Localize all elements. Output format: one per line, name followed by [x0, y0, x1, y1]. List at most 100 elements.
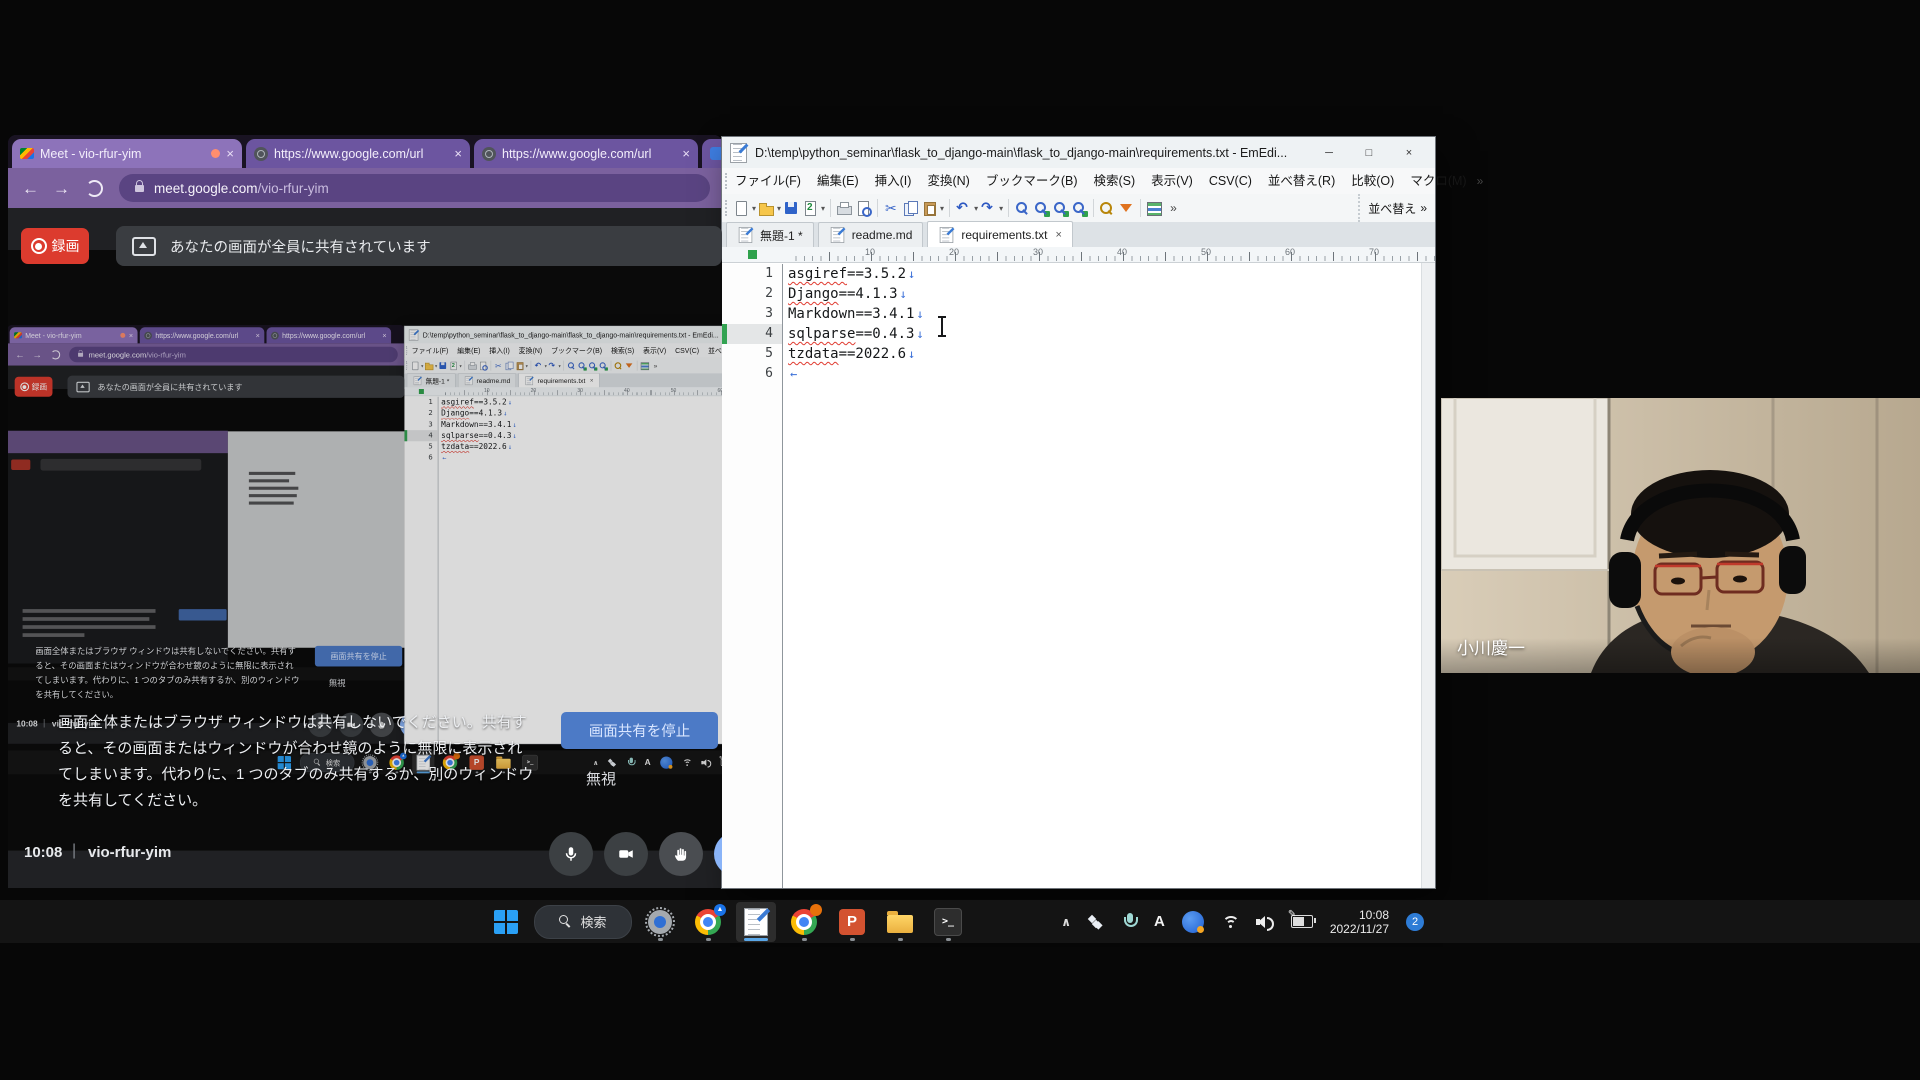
battery-icon[interactable]: ✎ [1291, 915, 1313, 928]
copy-icon[interactable] [902, 200, 919, 217]
minimize-button[interactable]: ─ [1309, 137, 1349, 168]
menu-compare[interactable]: 比較(O) [1343, 168, 1402, 194]
maximize-button[interactable]: □ [1349, 137, 1389, 168]
tray-app-icon[interactable] [1182, 911, 1204, 933]
tab-close-icon[interactable]: × [226, 147, 234, 160]
code-area[interactable]: asgiref==3.5.2↓ Django==4.1.3↓ Markdown=… [788, 264, 1421, 384]
print-preview-icon[interactable] [855, 200, 872, 217]
stop-share-button[interactable]: 画面共有を停止 [561, 712, 718, 749]
wifi-icon[interactable] [1221, 915, 1239, 929]
find-previous-icon[interactable] [1052, 200, 1069, 217]
scrollbar-track[interactable] [1421, 263, 1435, 888]
sort-toolbar-label[interactable]: 並べ替え [1368, 200, 1416, 217]
save-icon[interactable] [783, 200, 800, 217]
speaker-icon[interactable] [1256, 914, 1274, 930]
forward-icon[interactable]: → [53, 180, 70, 197]
camera-button[interactable] [604, 832, 648, 876]
menu-view[interactable]: 表示(V) [1143, 168, 1201, 194]
redo-icon[interactable] [980, 200, 997, 217]
doc-tab-untitled[interactable]: 無題-1 * [726, 222, 814, 247]
redo-icon [548, 361, 557, 370]
find-in-files-icon[interactable] [1099, 200, 1116, 217]
ruler-number: 10 [484, 387, 490, 393]
tray-expand-icon[interactable]: ∧ [1061, 915, 1071, 929]
tray-app-icon [660, 756, 672, 768]
filter-icon[interactable] [1118, 200, 1135, 217]
close-button[interactable]: × [1389, 137, 1429, 168]
menu-csv[interactable]: CSV(C) [1201, 168, 1260, 194]
menu-search[interactable]: 検索(S) [1085, 168, 1143, 194]
tray-clock[interactable]: 10:08 2022/11/27 [1330, 908, 1389, 936]
paste-icon[interactable] [921, 200, 938, 217]
code-line: Markdown==3.4.1↓ [788, 304, 1421, 324]
start-button[interactable] [486, 902, 526, 942]
browser-tab-google-1[interactable]: https://www.google.com/url × [246, 139, 470, 168]
doc-tab-readme[interactable]: readme.md [818, 222, 924, 247]
tray-mic-icon[interactable] [1123, 913, 1137, 931]
menu-overflow-icon[interactable]: » [1477, 174, 1484, 188]
notification-badge[interactable]: 2 [1406, 913, 1424, 931]
editor-body[interactable]: 1 2 3 4 5 6 asgiref==3.5.2↓ Django==4.1.… [722, 263, 1435, 888]
menu-bookmarks[interactable]: ブックマーク(B) [978, 168, 1086, 194]
menu-sort[interactable]: 並べ替え(R) [1260, 168, 1343, 194]
menu-insert[interactable]: 挿入(I) [867, 168, 920, 194]
ime-indicator[interactable]: A [1154, 913, 1165, 930]
doc-tab-requirements[interactable]: requirements.txt× [927, 221, 1072, 247]
back-icon[interactable]: ← [22, 180, 39, 197]
sort-overflow-icon[interactable]: » [1420, 201, 1427, 215]
menu-edit[interactable]: 編集(E) [809, 168, 867, 194]
url-field[interactable]: meet.google.com/vio-rfur-yim [119, 174, 710, 202]
tab-close-icon[interactable]: × [682, 147, 690, 160]
line-number: 6 [404, 452, 437, 463]
globe-favicon [144, 331, 152, 339]
find-icon[interactable] [1014, 200, 1031, 217]
explorer-taskbar-icon[interactable] [880, 902, 920, 942]
menu-macros[interactable]: マクロ(M) [1402, 168, 1474, 194]
tab-close-icon[interactable]: × [1055, 229, 1061, 241]
terminal-taskbar-icon[interactable]: >_ [928, 902, 968, 942]
gear-icon [648, 910, 672, 934]
browser-tab-google-2[interactable]: https://www.google.com/url × [474, 139, 698, 168]
search-box[interactable]: 検索 [534, 905, 632, 939]
document-tabs: 無題-1 * readme.md requirements.txt× [722, 222, 1435, 247]
open-file-icon[interactable] [758, 200, 775, 217]
ghost-code-line [249, 472, 295, 475]
powerpoint-taskbar-icon[interactable]: P [832, 902, 872, 942]
new-file-icon[interactable] [733, 200, 750, 217]
present-button[interactable] [714, 832, 722, 876]
mirrored-editor-body: 1 2 3 4 5 6 asgiref==3.5.2↓ Django==4.1.… [404, 396, 722, 744]
emeditor-titlebar[interactable]: D:\temp\python_seminar\flask_to_django-m… [722, 137, 1435, 168]
ignore-button[interactable]: 無視 [586, 768, 616, 789]
folder-icon [887, 915, 913, 933]
menu-file[interactable]: ファイル(F) [727, 168, 809, 194]
cut-icon[interactable] [883, 200, 900, 217]
undo-icon[interactable] [955, 200, 972, 217]
mic-button[interactable] [549, 832, 593, 876]
reload-icon[interactable] [86, 180, 103, 197]
toolbar-overflow-icon[interactable]: » [1170, 201, 1177, 215]
tab-close-icon[interactable]: × [454, 147, 462, 160]
settings-taskbar-icon[interactable] [640, 902, 680, 942]
browser-tab-meet[interactable]: Meet - vio-rfur-yim × [12, 139, 242, 168]
find-next-icon[interactable] [1033, 200, 1050, 217]
ruler-number: 60 [1285, 247, 1295, 257]
ghost-editor-window [228, 431, 405, 647]
dropbox-icon[interactable] [1088, 915, 1106, 929]
chrome-taskbar-icon[interactable]: ▲ [688, 902, 728, 942]
ruler-number: 30 [1033, 247, 1043, 257]
menu-convert[interactable]: 変換(N) [919, 168, 977, 194]
replace-icon[interactable] [1071, 200, 1088, 217]
mirrored-ignore-button: 無視 [329, 677, 346, 689]
toolbar-overflow-icon: » [654, 362, 658, 370]
save-all-icon[interactable] [802, 200, 819, 217]
print-icon[interactable] [836, 200, 853, 217]
browser-tab-partial[interactable] [702, 139, 722, 168]
record-button[interactable]: 録画 [21, 228, 89, 264]
raise-hand-button[interactable] [659, 832, 703, 876]
ghost-code-line [249, 487, 298, 490]
doc-tab-requirements: requirements.txt× [519, 373, 600, 387]
chrome2-taskbar-icon[interactable] [784, 902, 824, 942]
compare-icon[interactable] [1146, 200, 1163, 217]
pen-icon: ✎ [1288, 909, 1296, 920]
emeditor-taskbar-icon[interactable] [736, 902, 776, 942]
